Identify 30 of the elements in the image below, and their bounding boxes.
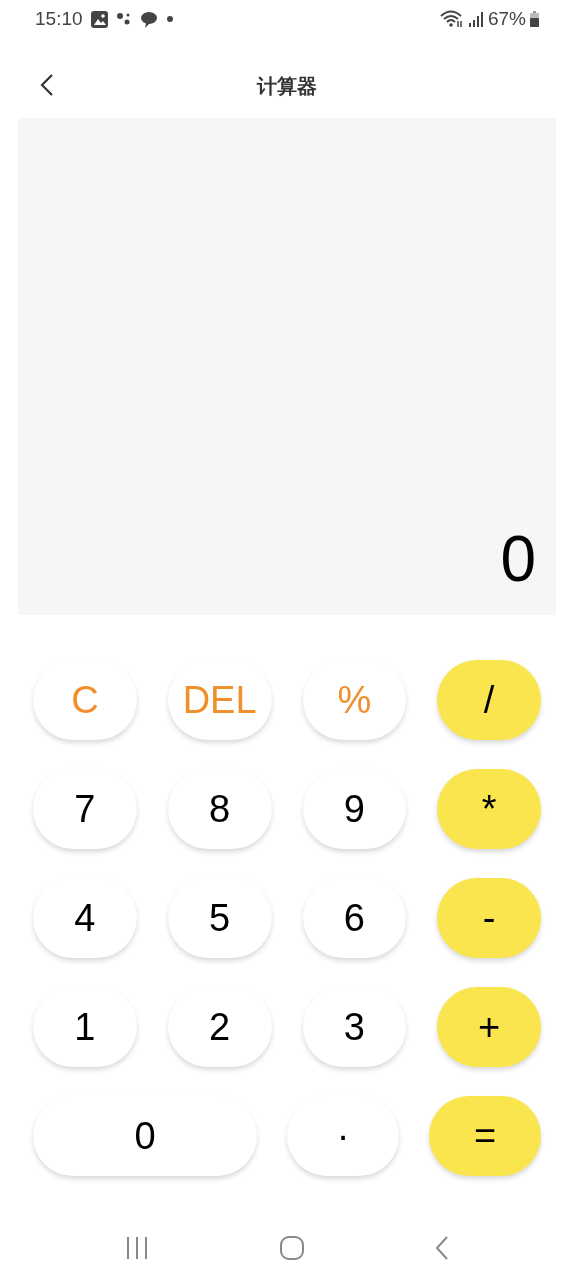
- home-icon[interactable]: [280, 1236, 304, 1260]
- keypad-button[interactable]: 0: [33, 1096, 257, 1176]
- keypad-button[interactable]: 3: [302, 987, 407, 1067]
- wifi-icon: [439, 10, 464, 28]
- keypad-button[interactable]: 2: [167, 987, 272, 1067]
- keypad-button[interactable]: 7: [33, 769, 137, 849]
- keypad-button[interactable]: =: [429, 1096, 541, 1176]
- keypad-button[interactable]: 8: [167, 769, 272, 849]
- signal-icon: [467, 11, 484, 27]
- keypad-button[interactable]: 5: [167, 878, 272, 958]
- battery-icon: [530, 11, 539, 27]
- battery-percent: 67%: [487, 6, 526, 31]
- page-title: 计算器: [257, 74, 317, 99]
- keypad-button[interactable]: /: [437, 660, 541, 740]
- keypad-button[interactable]: 4: [33, 878, 137, 958]
- gallery-icon: [90, 10, 108, 28]
- keypad-button[interactable]: 9: [302, 769, 407, 849]
- status-time: 15:10: [35, 6, 83, 31]
- keypad-button[interactable]: 1: [33, 987, 137, 1067]
- recent-apps-icon[interactable]: [125, 1237, 150, 1259]
- display-value: 0: [500, 527, 536, 591]
- keypad-button[interactable]: ·: [287, 1096, 399, 1176]
- dots-icon: [115, 12, 132, 26]
- back-icon[interactable]: [434, 1236, 449, 1260]
- dot-icon: [165, 15, 174, 23]
- keypad-button[interactable]: 6: [302, 878, 407, 958]
- keypad-button[interactable]: *: [437, 769, 541, 849]
- keypad-button[interactable]: +: [437, 987, 541, 1067]
- chat-icon: [139, 10, 158, 28]
- keypad-button[interactable]: -: [437, 878, 541, 958]
